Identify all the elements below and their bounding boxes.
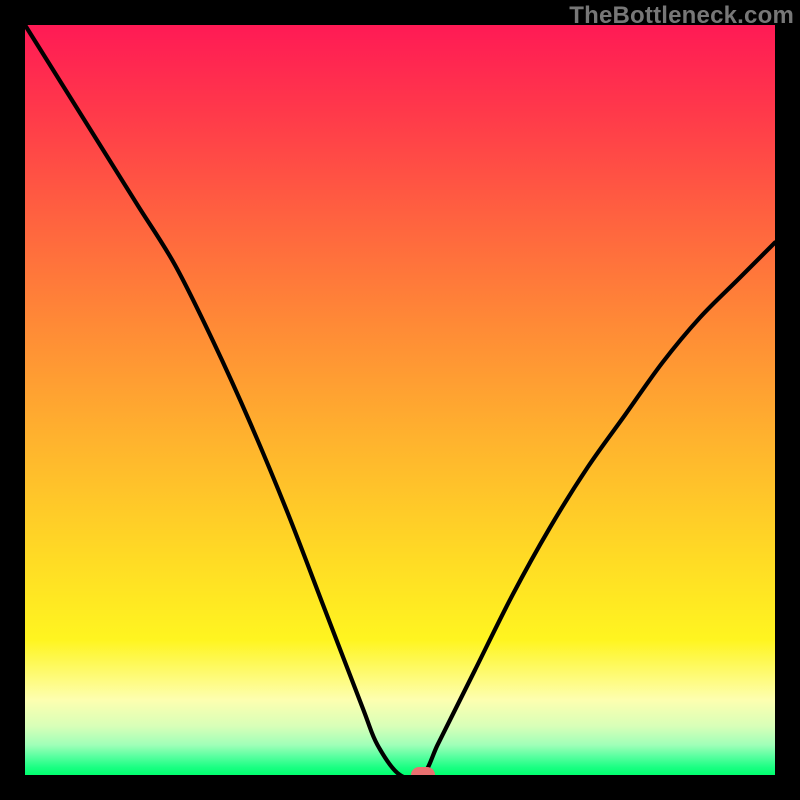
chart-container: TheBottleneck.com xyxy=(0,0,800,800)
bottleneck-curve xyxy=(25,25,775,775)
plot-area xyxy=(25,25,775,775)
curve-svg xyxy=(25,25,775,775)
minimum-marker xyxy=(411,767,435,775)
